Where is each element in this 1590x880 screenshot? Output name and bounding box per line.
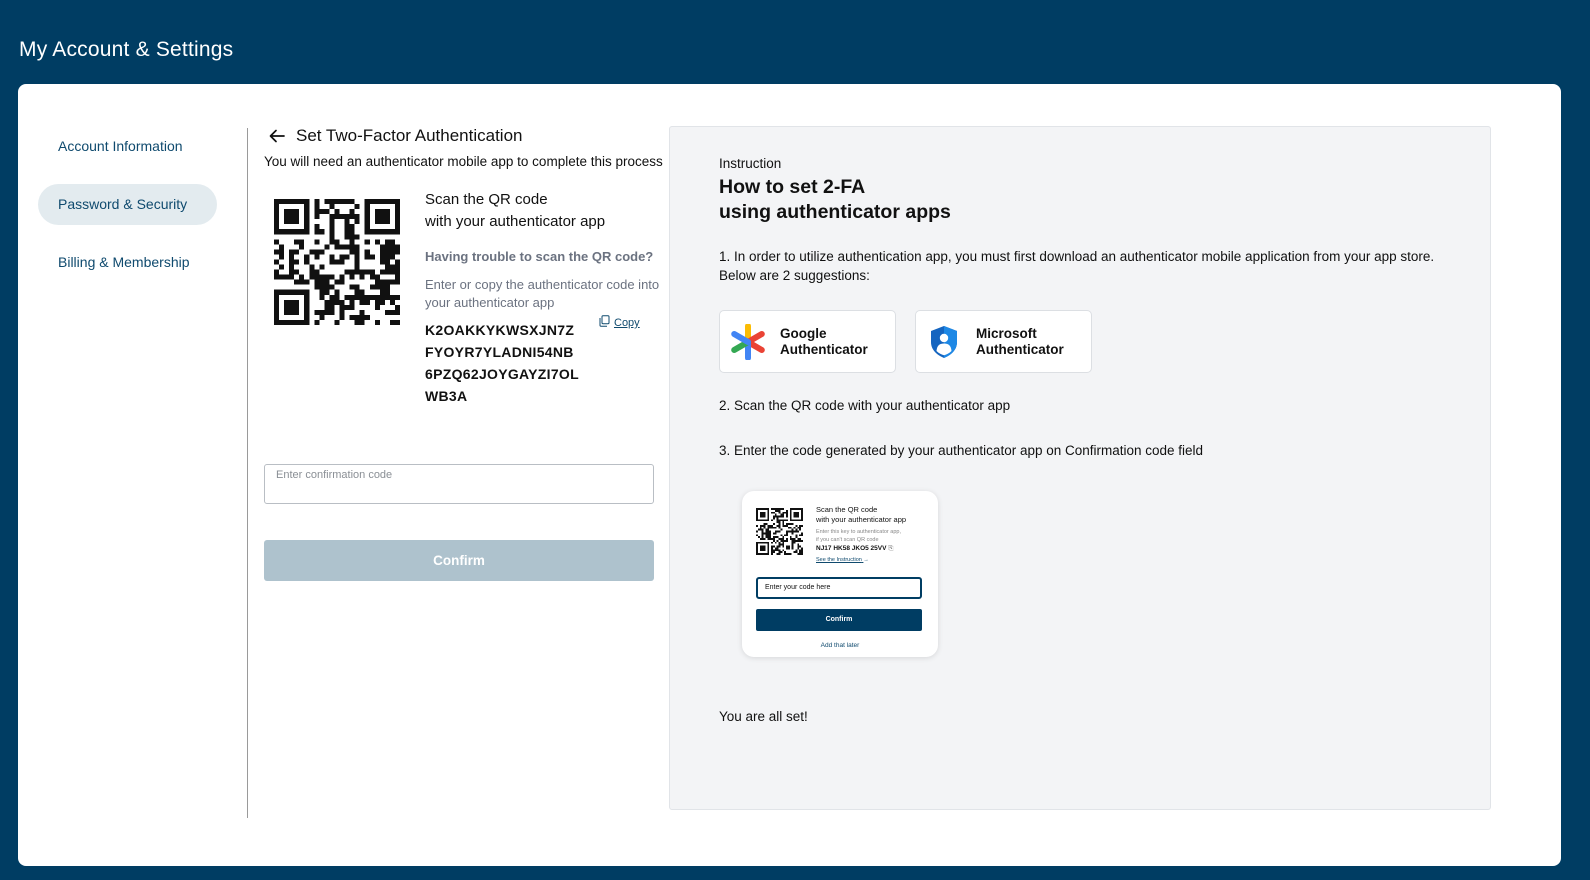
- preview-arrow-right-icon: →: [863, 557, 869, 563]
- preview-instruction-link: See the Instruction →: [816, 557, 869, 563]
- sidebar-divider: [247, 128, 248, 818]
- instruction-label: Instruction: [719, 156, 782, 171]
- sidebar-item-billing-membership[interactable]: Billing & Membership: [38, 242, 217, 283]
- preview-copy-icon: ⎘: [888, 545, 894, 552]
- preview-enter-line2: if you can't scan QR code: [816, 537, 879, 543]
- app-name-line2: Authenticator: [976, 341, 1064, 357]
- sidebar-item-account-information[interactable]: Account Information: [38, 126, 217, 167]
- copy-button[interactable]: Copy: [599, 314, 640, 332]
- preview-code-input: Enter your code here: [756, 577, 922, 599]
- trouble-text: Having trouble to scan the QR code?: [425, 249, 654, 264]
- microsoft-authenticator-icon: [931, 325, 957, 358]
- qr-code: [274, 199, 400, 325]
- instruction-step-1: 1. In order to utilize authentication ap…: [719, 249, 1435, 283]
- enter-copy-text: Enter or copy the authenticator code int…: [425, 277, 660, 310]
- preview-enter-line1: Enter this key to authenticator app,: [816, 529, 901, 535]
- qr-modules: [274, 199, 400, 325]
- google-authenticator-icon: [731, 323, 765, 360]
- page-title: My Account & Settings: [19, 38, 234, 61]
- instruction-step-2: 2. Scan the QR code with your authentica…: [719, 398, 1011, 413]
- instruction-step-3: 3. Enter the code generated by your auth…: [719, 443, 1204, 458]
- preview-link-label: See the Instruction: [816, 557, 862, 563]
- qr-instructions: Scan the QR code with your authenticator…: [425, 189, 665, 407]
- microsoft-authenticator-name: Microsoft Authenticator: [976, 326, 1064, 358]
- microsoft-authenticator-card[interactable]: Microsoft Authenticator: [915, 310, 1092, 373]
- preview-confirm-button: Confirm: [756, 609, 922, 631]
- confirmation-code-placeholder: Enter confirmation code: [276, 469, 393, 481]
- preview-qr-code: [756, 508, 803, 555]
- setup-intro: You will need an authenticator mobile ap…: [264, 154, 663, 169]
- preview-add-later-link: Add that later: [820, 642, 860, 649]
- instruction-title-line2: using authenticator apps: [719, 201, 951, 223]
- setup-title-row: Set Two-Factor Authentication: [264, 126, 664, 146]
- scan-title-line1: Scan the QR code: [425, 191, 548, 208]
- instruction-title: How to set 2-FA using authenticator apps: [719, 175, 951, 225]
- back-arrow-icon[interactable]: [266, 126, 288, 146]
- copy-label: Copy: [614, 317, 640, 329]
- preview-code-value: NJ17 HK58 JKO5 25VV: [816, 545, 887, 552]
- example-screenshot: Scan the QR code with your authenticator…: [742, 491, 938, 657]
- all-set-text: You are all set!: [719, 709, 808, 724]
- preview-enter-text: Enter this key to authenticator app, if …: [816, 528, 931, 544]
- sidebar-item-password-security[interactable]: Password & Security: [38, 184, 217, 225]
- preview-scan-text: Scan the QR code with your authenticator…: [816, 505, 931, 525]
- authenticator-code: K2OAKKYKWSXJN7Z FYOYR7YLADNI54NB 6PZQ62J…: [425, 315, 665, 407]
- code-line: 6PZQ62JOYGAYZI7OL: [425, 366, 579, 382]
- preview-code: NJ17 HK58 JKO5 25VV ⎘: [816, 545, 893, 553]
- google-authenticator-name: Google Authenticator: [780, 326, 868, 358]
- preview-scan-line1: Scan the QR code: [816, 505, 878, 514]
- confirmation-code-input[interactable]: Enter confirmation code: [264, 464, 654, 504]
- confirm-button[interactable]: Confirm: [264, 540, 654, 581]
- app-name-line1: Google: [780, 325, 827, 341]
- setup-title: Set Two-Factor Authentication: [296, 126, 523, 145]
- instruction-title-line1: How to set 2-FA: [719, 176, 866, 198]
- instruction-panel: Instruction How to set 2-FA using authen…: [669, 126, 1491, 810]
- app-name-line1: Microsoft: [976, 325, 1037, 341]
- app-name-line2: Authenticator: [780, 341, 868, 357]
- preview-scan-line2: with your authenticator app: [816, 515, 907, 524]
- sidebar: Account Information Password & Security …: [38, 126, 218, 300]
- scan-title-line2: with your authenticator app: [425, 213, 606, 230]
- settings-card: Account Information Password & Security …: [18, 84, 1561, 866]
- qr-section: Scan the QR code with your authenticator…: [264, 189, 664, 439]
- google-authenticator-card[interactable]: Google Authenticator: [719, 310, 896, 373]
- qr-modules: [756, 508, 803, 555]
- two-factor-setup-panel: Set Two-Factor Authentication You will n…: [264, 126, 664, 581]
- copy-icon: [599, 314, 610, 332]
- code-line: WB3A: [425, 388, 468, 404]
- code-line: FYOYR7YLADNI54NB: [425, 344, 574, 360]
